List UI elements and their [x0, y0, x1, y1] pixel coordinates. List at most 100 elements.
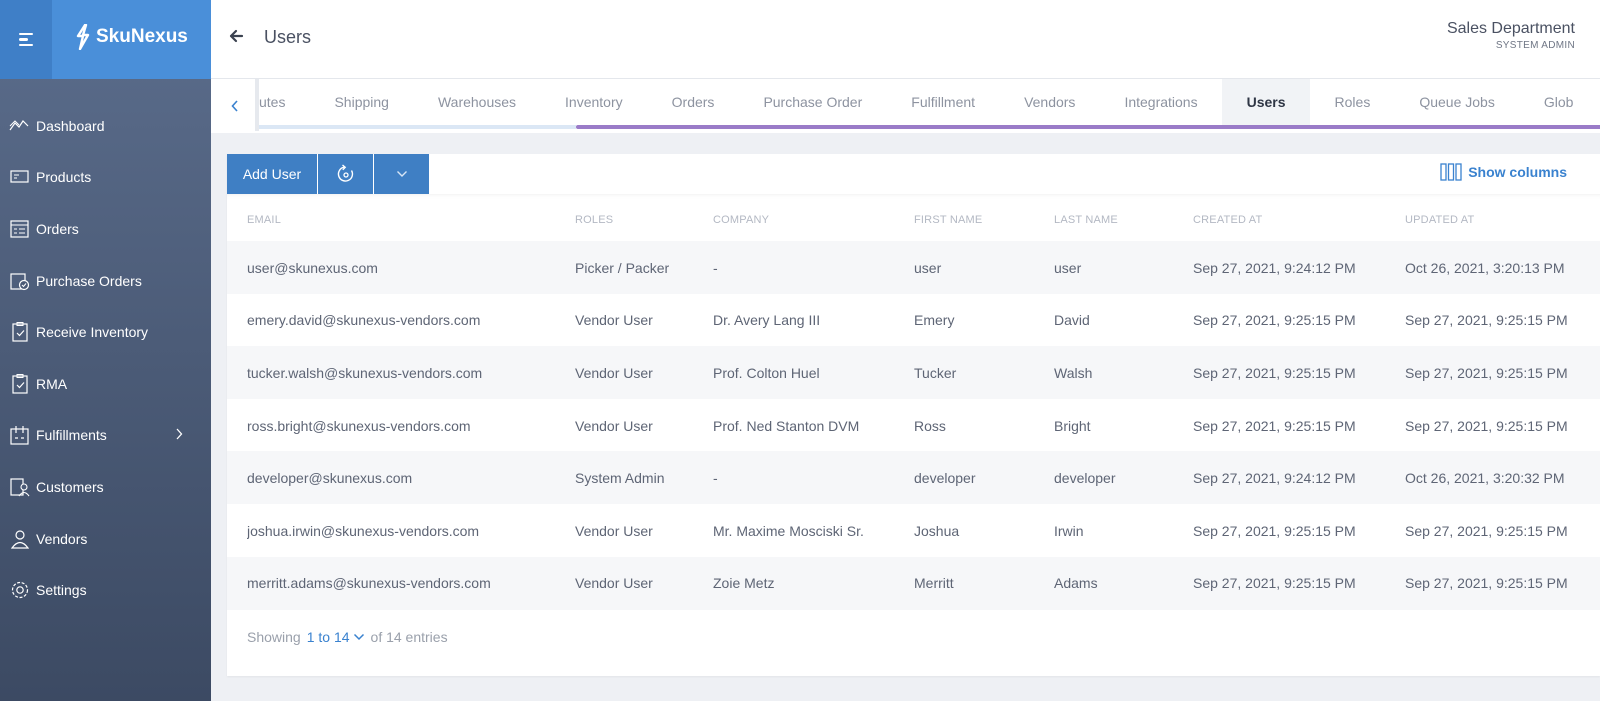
sidebar-item-customers[interactable]: Customers: [0, 461, 211, 513]
show-columns-button[interactable]: Show columns: [1440, 163, 1567, 181]
cell-created-at: Sep 27, 2021, 9:25:15 PM: [1193, 575, 1356, 592]
back-button[interactable]: [228, 28, 244, 49]
table-row[interactable]: emery.david@skunexus-vendors.com Vendor U…: [227, 293, 1600, 348]
add-user-button[interactable]: Add User: [227, 154, 317, 194]
sidebar-item-label: Products: [36, 169, 92, 186]
cell-company: Prof. Colton Huel: [713, 364, 820, 381]
more-actions-dropdown[interactable]: [374, 154, 429, 194]
cell-company: -: [713, 470, 718, 487]
sidebar-item-rma[interactable]: RMA: [0, 358, 211, 410]
cell-updated-at: Sep 27, 2021, 9:25:15 PM: [1405, 575, 1568, 592]
hamburger-icon: [19, 30, 33, 50]
cell-email: emery.david@skunexus-vendors.com: [247, 312, 481, 329]
table-row[interactable]: joshua.irwin@skunexus-vendors.com Vendor …: [227, 504, 1600, 558]
sidebar-item-products[interactable]: Products: [0, 152, 211, 204]
gear-icon: [9, 579, 31, 601]
cell-company: -: [713, 259, 718, 276]
table-row[interactable]: developer@skunexus.com System Admin - devel…: [227, 451, 1600, 505]
sidebar-item-fulfillments[interactable]: Fulfillments: [0, 410, 211, 462]
tab-glob[interactable]: Glob: [1519, 79, 1598, 125]
cell-company: Zoie Metz: [713, 575, 775, 592]
chevron-left-icon: [231, 100, 238, 112]
cell-created-at: Sep 27, 2021, 9:25:15 PM: [1193, 417, 1356, 434]
page-size-select[interactable]: 1 to 14: [307, 629, 365, 645]
brand-logo[interactable]: SkuNexus: [74, 24, 188, 50]
sidebar-item-label: Customers: [36, 478, 104, 495]
tab-purchase-order[interactable]: Purchase Order: [739, 79, 887, 125]
cell-last-name: user: [1054, 259, 1082, 276]
sidebar-item-dashboard[interactable]: Dashboard: [0, 100, 211, 152]
cell-roles: Vendor User: [575, 364, 653, 381]
table-toolbar: Add User Show columns: [227, 154, 1600, 194]
column-header-company[interactable]: Company: [713, 214, 903, 226]
column-header-first-name[interactable]: First Name: [914, 214, 1044, 226]
pagination-summary: Showing 1 to 14 of 14 entries: [247, 629, 448, 645]
sidebar-item-label: Orders: [36, 220, 79, 237]
cell-first-name: Tucker: [914, 364, 957, 381]
org-role: SYSTEM ADMIN: [1495, 40, 1575, 51]
tab-scroll-track: [259, 125, 576, 129]
cell-email: tucker.walsh@skunexus-vendors.com: [247, 364, 483, 381]
purchase-orders-icon: [9, 270, 31, 292]
tab-queue-jobs[interactable]: Queue Jobs: [1395, 79, 1520, 125]
cell-email: joshua.irwin@skunexus-vendors.com: [247, 522, 480, 539]
tab-orders[interactable]: Orders: [647, 79, 739, 125]
cell-last-name: Adams: [1054, 575, 1098, 592]
cell-first-name: Emery: [914, 312, 955, 329]
cell-first-name: developer: [914, 470, 976, 487]
pagination-suffix: of 14 entries: [370, 629, 448, 645]
customers-icon: [9, 476, 31, 498]
column-header-email[interactable]: Email: [247, 214, 557, 226]
column-header-roles[interactable]: Roles: [575, 214, 705, 226]
tab-inventory[interactable]: Inventory: [541, 79, 648, 125]
table-header: Email Roles Company First Name Last Name Crea…: [227, 194, 1600, 246]
tab-users[interactable]: Users: [1222, 79, 1311, 125]
refresh-button[interactable]: [318, 154, 373, 194]
tab-fulfillment[interactable]: Fulfillment: [887, 79, 1000, 125]
cell-company: Mr. Maxime Mosciski Sr.: [713, 522, 864, 539]
cell-last-name: Walsh: [1054, 364, 1093, 381]
sidebar-item-settings[interactable]: Settings: [0, 564, 211, 616]
tab-warehouses[interactable]: Warehouses: [413, 79, 540, 125]
sidebar-item-orders[interactable]: Orders: [0, 203, 211, 255]
org-switcher[interactable]: Sales Department SYSTEM ADMIN: [1447, 20, 1575, 51]
tab-vendors[interactable]: Vendors: [1000, 79, 1100, 125]
sidebar-item-purchase-orders[interactable]: Purchase Orders: [0, 255, 211, 307]
tab-integrations[interactable]: Integrations: [1100, 79, 1222, 125]
arrow-left-icon: [229, 29, 244, 43]
table-row[interactable]: ross.bright@skunexus-vendors.com Vendor U…: [227, 398, 1600, 453]
sidebar-item-receive-inventory[interactable]: Receive Inventory: [0, 306, 211, 358]
cell-updated-at: Sep 27, 2021, 9:25:15 PM: [1405, 312, 1568, 329]
vendors-icon: [9, 528, 31, 550]
chevron-down-icon: [396, 171, 407, 177]
tab-utes[interactable]: utes: [259, 79, 310, 125]
clipboard-check-icon: [9, 373, 31, 395]
settings-tabs: utes Shipping Warehouses Inventory Orders Pur…: [211, 79, 1600, 133]
cell-last-name: Bright: [1054, 417, 1091, 434]
table-row[interactable]: merritt.adams@skunexus-vendors.com Vendor…: [227, 556, 1600, 611]
sidebar-item-vendors[interactable]: Vendors: [0, 513, 211, 565]
table-row[interactable]: user@skunexus.com Picker / Packer - user use…: [227, 241, 1600, 295]
cell-updated-at: Sep 27, 2021, 9:25:15 PM: [1405, 522, 1568, 539]
sidebar-item-label: Dashboard: [36, 117, 105, 134]
menu-toggle-button[interactable]: [0, 0, 52, 79]
sidebar-item-label: Settings: [36, 582, 87, 599]
table-row[interactable]: tucker.walsh@skunexus-vendors.com Vendor …: [227, 346, 1600, 400]
cell-roles: Vendor User: [575, 312, 653, 329]
page-title: Users: [264, 27, 312, 47]
pagination-prefix: Showing: [247, 629, 301, 645]
tabs-scroll-left-button[interactable]: [211, 79, 259, 133]
cell-updated-at: Sep 27, 2021, 9:25:15 PM: [1405, 417, 1568, 434]
cell-created-at: Sep 27, 2021, 9:25:15 PM: [1193, 312, 1356, 329]
products-icon: [9, 166, 31, 188]
tab-roles[interactable]: Roles: [1310, 79, 1395, 125]
column-header-created-at[interactable]: Created At: [1193, 214, 1393, 226]
cell-email: ross.bright@skunexus-vendors.com: [247, 417, 471, 434]
show-columns-label: Show columns: [1468, 164, 1567, 180]
column-header-last-name[interactable]: Last Name: [1054, 214, 1184, 226]
column-header-updated-at[interactable]: Updated At: [1405, 214, 1600, 226]
tab-shipping[interactable]: Shipping: [310, 79, 414, 125]
refresh-icon: [337, 164, 353, 182]
orders-icon: [9, 218, 31, 240]
chevron-right-icon: [175, 427, 183, 443]
